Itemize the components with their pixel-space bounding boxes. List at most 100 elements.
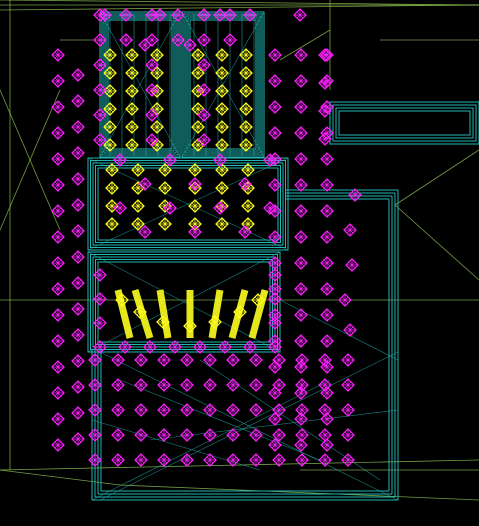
- light-probe: [193, 340, 207, 354]
- light-probe: [268, 74, 282, 88]
- light-probe: [320, 282, 334, 296]
- light-probe: [341, 378, 355, 392]
- light-probe: [294, 152, 308, 166]
- light-probe: [163, 201, 177, 215]
- light-probe: [51, 412, 65, 426]
- light-probe: [226, 378, 240, 392]
- light-probe: [134, 403, 148, 417]
- light-probe: [71, 276, 85, 290]
- light-probe: [51, 256, 65, 270]
- light-probe: [51, 74, 65, 88]
- light-probe: [197, 8, 211, 22]
- light-probe: [134, 378, 148, 392]
- mesh-right-ledge: [335, 107, 474, 139]
- light-probe: [268, 48, 282, 62]
- light-probe: [218, 340, 232, 354]
- light-probe: [343, 223, 357, 237]
- light-probe: [320, 438, 334, 452]
- guide-line: [0, 469, 121, 486]
- light-probe: [180, 453, 194, 467]
- light-probe: [88, 453, 102, 467]
- wireframe-scene: [0, 0, 479, 501]
- light-probe: [197, 133, 211, 147]
- light-probe: [294, 256, 308, 270]
- light-probe: [118, 340, 132, 354]
- light-probe: [51, 282, 65, 296]
- light-probe: [134, 353, 148, 367]
- light-probe: [71, 198, 85, 212]
- light-probe: [143, 340, 157, 354]
- light-probe: [213, 153, 227, 167]
- light-probe: [88, 428, 102, 442]
- light-probe: [213, 8, 227, 22]
- light-probe: [180, 378, 194, 392]
- light-probe: [320, 178, 334, 192]
- selected-probe: [215, 181, 229, 195]
- light-probe: [320, 360, 334, 374]
- scene-viewport[interactable]: [0, 0, 479, 526]
- light-probe: [295, 453, 309, 467]
- light-probe: [71, 328, 85, 342]
- light-probe: [294, 126, 308, 140]
- light-probe: [51, 48, 65, 62]
- light-probe: [157, 378, 171, 392]
- light-probe: [157, 403, 171, 417]
- light-probe: [294, 100, 308, 114]
- probe-ray: [156, 289, 172, 339]
- light-probe: [111, 353, 125, 367]
- light-probe: [71, 250, 85, 264]
- light-probe: [320, 152, 334, 166]
- light-probe: [294, 178, 308, 192]
- light-probe: [113, 153, 127, 167]
- light-probe: [320, 204, 334, 218]
- light-probe: [145, 33, 159, 47]
- light-probe: [268, 316, 282, 330]
- guide-line: [0, 459, 479, 471]
- light-probe: [294, 74, 308, 88]
- light-probe: [345, 258, 359, 272]
- light-probe: [51, 230, 65, 244]
- selected-probe: [125, 48, 139, 62]
- light-probe: [268, 126, 282, 140]
- selected-probe: [105, 181, 119, 195]
- selected-probe: [188, 199, 202, 213]
- selected-probe: [125, 84, 139, 98]
- light-probe: [51, 334, 65, 348]
- light-probe: [249, 353, 263, 367]
- light-probe: [318, 428, 332, 442]
- selected-probe: [158, 217, 172, 231]
- light-probe: [203, 378, 217, 392]
- light-probe: [71, 68, 85, 82]
- light-probe: [223, 33, 237, 47]
- mesh-right-ledge: [338, 110, 471, 136]
- light-probe: [226, 453, 240, 467]
- light-probe: [294, 334, 308, 348]
- selected-probe: [125, 120, 139, 134]
- probe-ray: [208, 289, 224, 339]
- light-probe: [318, 353, 332, 367]
- light-probe: [295, 378, 309, 392]
- mesh-triangle-edge: [199, 359, 381, 481]
- light-probe: [71, 302, 85, 316]
- light-probe: [341, 428, 355, 442]
- guide-line: [394, 204, 479, 281]
- light-probe: [226, 353, 240, 367]
- probe-ray: [248, 289, 269, 339]
- light-probe: [294, 308, 308, 322]
- light-probe: [98, 8, 112, 22]
- light-probe: [180, 428, 194, 442]
- light-probe: [318, 403, 332, 417]
- guide-line: [0, 4, 479, 11]
- light-probe: [51, 178, 65, 192]
- light-probe: [341, 353, 355, 367]
- light-probe: [343, 323, 357, 337]
- light-probe: [71, 432, 85, 446]
- light-probe: [197, 83, 211, 97]
- light-probe: [294, 48, 308, 62]
- light-probe: [197, 33, 211, 47]
- mesh-triangle-edge: [279, 299, 399, 361]
- light-probe: [249, 378, 263, 392]
- light-probe: [71, 120, 85, 134]
- light-probe: [320, 230, 334, 244]
- light-probe: [51, 100, 65, 114]
